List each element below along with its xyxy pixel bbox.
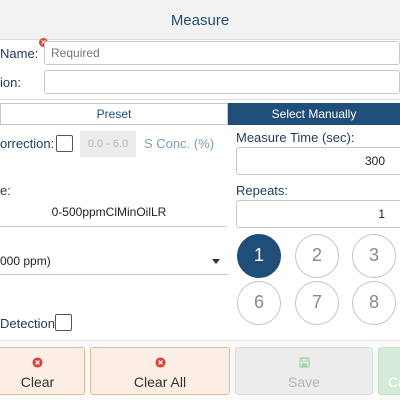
name-label: Name: bbox=[0, 46, 39, 61]
tab-select-manually[interactable]: Select Manually bbox=[228, 103, 400, 125]
save-label: Save bbox=[288, 374, 320, 390]
range-select-value: 000 ppm) bbox=[0, 254, 51, 268]
clear-label: Clear bbox=[20, 374, 55, 390]
description-input[interactable] bbox=[44, 70, 400, 94]
detection-label: Detection: bbox=[0, 316, 59, 331]
measure-time-label: Measure Time (sec): bbox=[236, 130, 355, 145]
repeat-button-7[interactable]: 7 bbox=[295, 281, 339, 325]
cancel-label: Ca bbox=[388, 374, 400, 390]
caret-down-icon bbox=[212, 259, 220, 264]
measure-time-input[interactable]: 300 bbox=[236, 147, 400, 175]
repeat-button-2[interactable]: 2 bbox=[295, 234, 339, 278]
repeat-button-1[interactable]: 1 bbox=[237, 234, 281, 278]
curve-field[interactable]: 0-500ppmClMinOilLR bbox=[0, 199, 228, 227]
save-button[interactable]: Save bbox=[235, 347, 373, 395]
correction-label: orrection: bbox=[0, 136, 55, 151]
curve-label: e: bbox=[0, 183, 11, 198]
dialog-header: Measure bbox=[0, 0, 400, 40]
repeat-button-6[interactable]: 6 bbox=[237, 281, 281, 325]
repeats-label: Repeats: bbox=[236, 183, 289, 198]
repeats-input[interactable]: 1 bbox=[236, 200, 400, 228]
repeat-button-3[interactable]: 3 bbox=[352, 234, 396, 278]
clear-all-label: Clear All bbox=[133, 374, 187, 390]
floppy-disk-icon bbox=[298, 357, 310, 368]
name-input[interactable] bbox=[44, 41, 400, 65]
section-divider bbox=[0, 99, 400, 100]
clear-button[interactable]: Clear bbox=[0, 347, 85, 395]
error-circle-icon bbox=[32, 357, 43, 368]
detection-checkbox[interactable] bbox=[55, 314, 72, 331]
page-title: Measure bbox=[170, 12, 230, 29]
error-circle-icon bbox=[154, 357, 166, 368]
repeat-button-8[interactable]: 8 bbox=[352, 281, 396, 325]
tab-preset[interactable]: Preset bbox=[0, 103, 228, 125]
correction-checkbox[interactable] bbox=[56, 135, 73, 152]
description-label: ion: bbox=[0, 75, 21, 90]
clear-all-button[interactable]: Clear All bbox=[90, 347, 230, 395]
sconc-label: S Conc. (%) bbox=[144, 136, 215, 151]
range-select[interactable]: 000 ppm) bbox=[0, 247, 228, 275]
cancel-button[interactable]: Ca bbox=[378, 347, 400, 395]
correction-range: 0.0 - 6.0 bbox=[80, 131, 136, 157]
